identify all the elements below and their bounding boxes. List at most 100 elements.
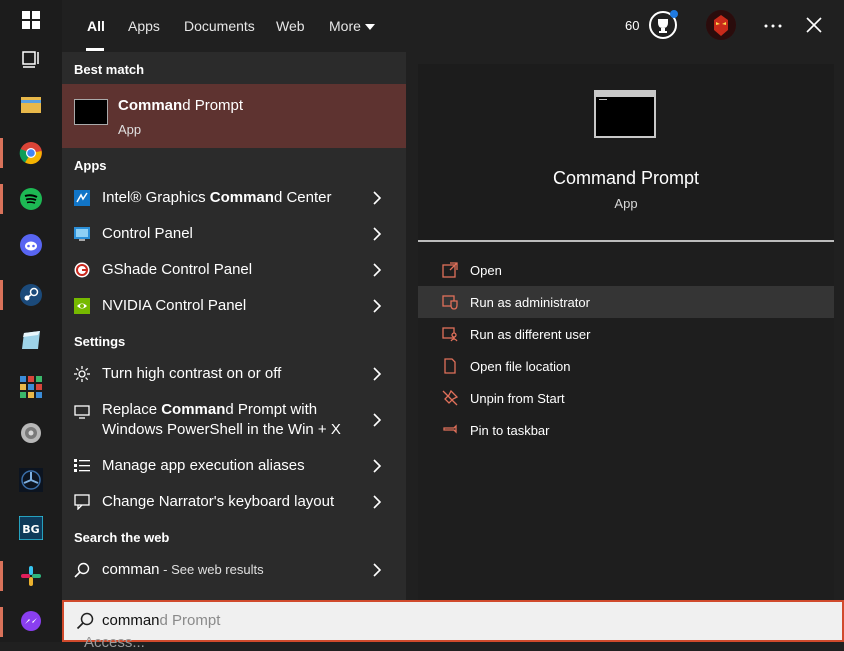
search-box[interactable]: command Prompt Access... <box>62 600 844 651</box>
web-search-item[interactable]: comman - See web results <box>62 560 406 580</box>
tab-documents[interactable]: Documents <box>184 18 255 34</box>
section-best-match: Best match <box>74 62 145 77</box>
discord-icon[interactable] <box>18 232 44 258</box>
tiles-app-icon[interactable] <box>18 374 44 400</box>
chrome-icon[interactable] <box>18 140 44 166</box>
caret-down-icon <box>364 24 375 31</box>
detail-title: Command Prompt <box>552 168 700 188</box>
command-prompt-large-icon <box>594 90 656 138</box>
command-prompt-icon <box>74 99 108 125</box>
detail-subtitle: App <box>614 196 638 211</box>
list-item-label: NVIDIA Control Panel <box>102 297 247 314</box>
action-label: Open file location <box>470 359 571 374</box>
chevron-right-icon[interactable] <box>372 227 382 241</box>
list-item-label: Intel® Graphics Command Center <box>102 189 332 206</box>
windows-start-icon[interactable] <box>18 7 44 33</box>
list-item-label: Change Narrator's keyboard layout <box>102 493 335 510</box>
list-item-label: Control Panel <box>102 225 193 242</box>
list-settings-icon <box>74 459 90 472</box>
file-explorer-icon[interactable] <box>18 92 44 118</box>
running-indicator <box>0 184 3 214</box>
bginfo-icon[interactable]: BG <box>18 515 44 541</box>
chevron-right-icon[interactable] <box>372 263 382 277</box>
tab-all[interactable]: All <box>87 18 105 34</box>
list-item-label: Replace Command Prompt with Windows Power… <box>102 401 341 438</box>
list-item[interactable]: Change Narrator's keyboard layout <box>62 492 406 512</box>
action-pin-to-taskbar[interactable]: Pin to taskbar <box>418 414 834 446</box>
more-options-icon[interactable] <box>763 16 783 36</box>
running-indicator <box>0 138 3 168</box>
tab-apps[interactable]: Apps <box>128 18 160 34</box>
action-open[interactable]: Open <box>418 254 834 286</box>
narrator-icon <box>74 494 90 510</box>
chevron-right-icon[interactable] <box>372 367 382 381</box>
task-view-icon[interactable] <box>18 46 44 72</box>
chevron-right-icon[interactable] <box>372 495 382 509</box>
tab-more[interactable]: More <box>329 18 375 34</box>
open-icon <box>442 262 458 278</box>
action-label: Run as different user <box>470 327 591 342</box>
taskbar: BG <box>0 0 62 642</box>
user-avatar[interactable] <box>706 10 736 40</box>
chevron-right-icon[interactable] <box>372 413 382 427</box>
search-icon <box>74 562 90 578</box>
action-label: Unpin from Start <box>470 391 565 406</box>
gshade-icon <box>74 262 90 278</box>
messenger-icon[interactable] <box>18 609 44 635</box>
search-icon <box>76 612 94 630</box>
pin-icon <box>443 424 457 434</box>
list-item-label: Turn high contrast on or off <box>102 365 282 382</box>
list-item[interactable]: NVIDIA Control Panel <box>62 296 406 316</box>
list-item[interactable]: GShade Control Panel <box>62 260 406 280</box>
list-item[interactable]: Intel® Graphics Command Center <box>62 188 406 208</box>
control-panel-icon <box>74 227 90 241</box>
svg-text:BG: BG <box>22 523 39 536</box>
best-match-item[interactable]: Command Prompt App <box>62 84 406 148</box>
close-icon[interactable] <box>805 16 823 34</box>
list-item[interactable]: Manage app execution aliases <box>62 456 406 476</box>
slack-icon[interactable] <box>18 563 44 589</box>
action-label: Open <box>470 263 502 278</box>
divider <box>418 240 834 242</box>
results-list: Best match Command Prompt App Apps Intel… <box>62 52 406 600</box>
search-filter-bar: All Apps Documents Web More 60 <box>62 0 844 52</box>
unpin-icon <box>442 390 458 406</box>
list-item[interactable]: Control Panel <box>62 224 406 244</box>
list-item[interactable]: Replace Command Prompt with Windows Power… <box>62 400 406 440</box>
running-indicator <box>0 561 3 591</box>
rewards-trophy-icon[interactable] <box>648 10 678 40</box>
shield-icon <box>442 295 458 310</box>
monitor-icon <box>74 405 90 419</box>
file-icon <box>444 358 456 374</box>
spotify-icon[interactable] <box>18 186 44 212</box>
list-item-label: comman - See web results <box>102 561 264 578</box>
tab-web[interactable]: Web <box>276 18 305 34</box>
nvidia-icon <box>74 298 90 314</box>
best-match-subtitle: App <box>118 122 142 137</box>
speaker-app-icon[interactable] <box>18 420 44 446</box>
user-window-icon <box>442 327 458 342</box>
rewards-points: 60 <box>625 18 640 33</box>
chevron-right-icon[interactable] <box>372 459 382 473</box>
action-label: Run as administrator <box>470 295 590 310</box>
chevron-right-icon[interactable] <box>372 563 382 577</box>
action-open-file-location[interactable]: Open file location <box>418 350 834 382</box>
detail-panel: Command Prompt App Open Run as administr… <box>418 64 834 600</box>
search-input[interactable]: command Prompt <box>102 612 220 629</box>
action-run-as-administrator[interactable]: Run as administrator <box>418 286 834 318</box>
section-apps: Apps <box>74 158 107 173</box>
fan-app-icon[interactable] <box>18 467 44 493</box>
chevron-right-icon[interactable] <box>372 299 382 313</box>
steam-icon[interactable] <box>18 282 44 308</box>
list-item[interactable]: Turn high contrast on or off <box>62 364 406 384</box>
chevron-right-icon[interactable] <box>372 191 382 205</box>
active-tab-indicator <box>86 48 104 51</box>
best-match-title: Command Prompt <box>118 97 244 114</box>
action-run-as-different-user[interactable]: Run as different user <box>418 318 834 350</box>
section-settings: Settings <box>74 334 126 349</box>
action-unpin-from-start[interactable]: Unpin from Start <box>418 382 834 414</box>
running-indicator <box>0 607 3 637</box>
notes-app-icon[interactable] <box>18 327 44 353</box>
detail-header: Command Prompt App <box>418 64 834 240</box>
action-label: Pin to taskbar <box>470 423 550 438</box>
